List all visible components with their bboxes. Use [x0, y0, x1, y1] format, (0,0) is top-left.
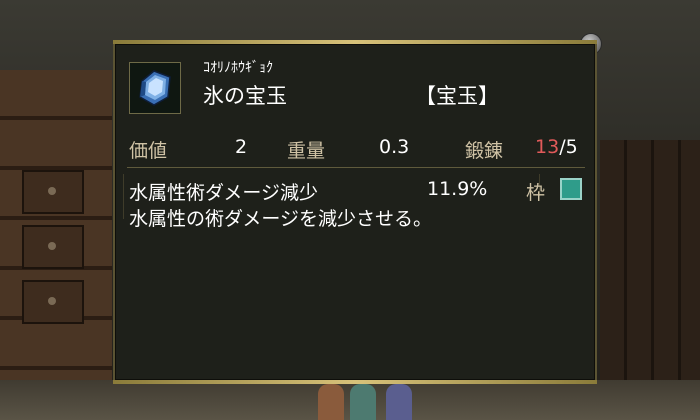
background-character: [350, 384, 376, 420]
item-name: 氷の宝玉: [203, 84, 287, 108]
panel-top-trim: [113, 40, 597, 44]
blue-gem-icon: [139, 70, 171, 106]
panel-bottom-trim: [113, 380, 597, 384]
background-character: [386, 384, 412, 420]
cabinet-drawer: [22, 170, 84, 214]
forge-max: /5: [559, 136, 578, 158]
forge-amount: 13/5: [535, 136, 578, 158]
effect-value: 11.9%: [427, 178, 488, 200]
item-icon-frame: [129, 62, 181, 114]
effect-separator: [123, 174, 124, 219]
item-reading: ｺｵﾘﾉﾎｳｷﾞｮｸ: [203, 60, 273, 76]
value-amount: 2: [235, 136, 248, 158]
forge-current: 13: [535, 136, 560, 158]
effect-name: 水属性術ダメージ減少: [129, 182, 319, 204]
slot-indicator: [560, 178, 582, 200]
forge-label: 鍛錬: [465, 140, 504, 162]
section-divider: [127, 167, 585, 168]
value-label: 価値: [129, 140, 168, 162]
background-character: [318, 384, 344, 420]
background-door: [600, 140, 700, 420]
weight-label: 重量: [287, 140, 326, 162]
item-category: 【宝玉】: [415, 84, 499, 108]
slot-label: 枠: [526, 182, 546, 204]
weight-amount: 0.3: [379, 136, 410, 158]
cabinet-drawer: [22, 225, 84, 269]
item-tooltip-panel: ｺｵﾘﾉﾎｳｷﾞｮｸ 氷の宝玉 【宝玉】 価値 2 重量 0.3 鍛錬 13/5…: [113, 40, 597, 384]
cabinet-drawer: [22, 280, 84, 324]
effect-description: 水属性の術ダメージを減少させる。: [129, 208, 433, 230]
